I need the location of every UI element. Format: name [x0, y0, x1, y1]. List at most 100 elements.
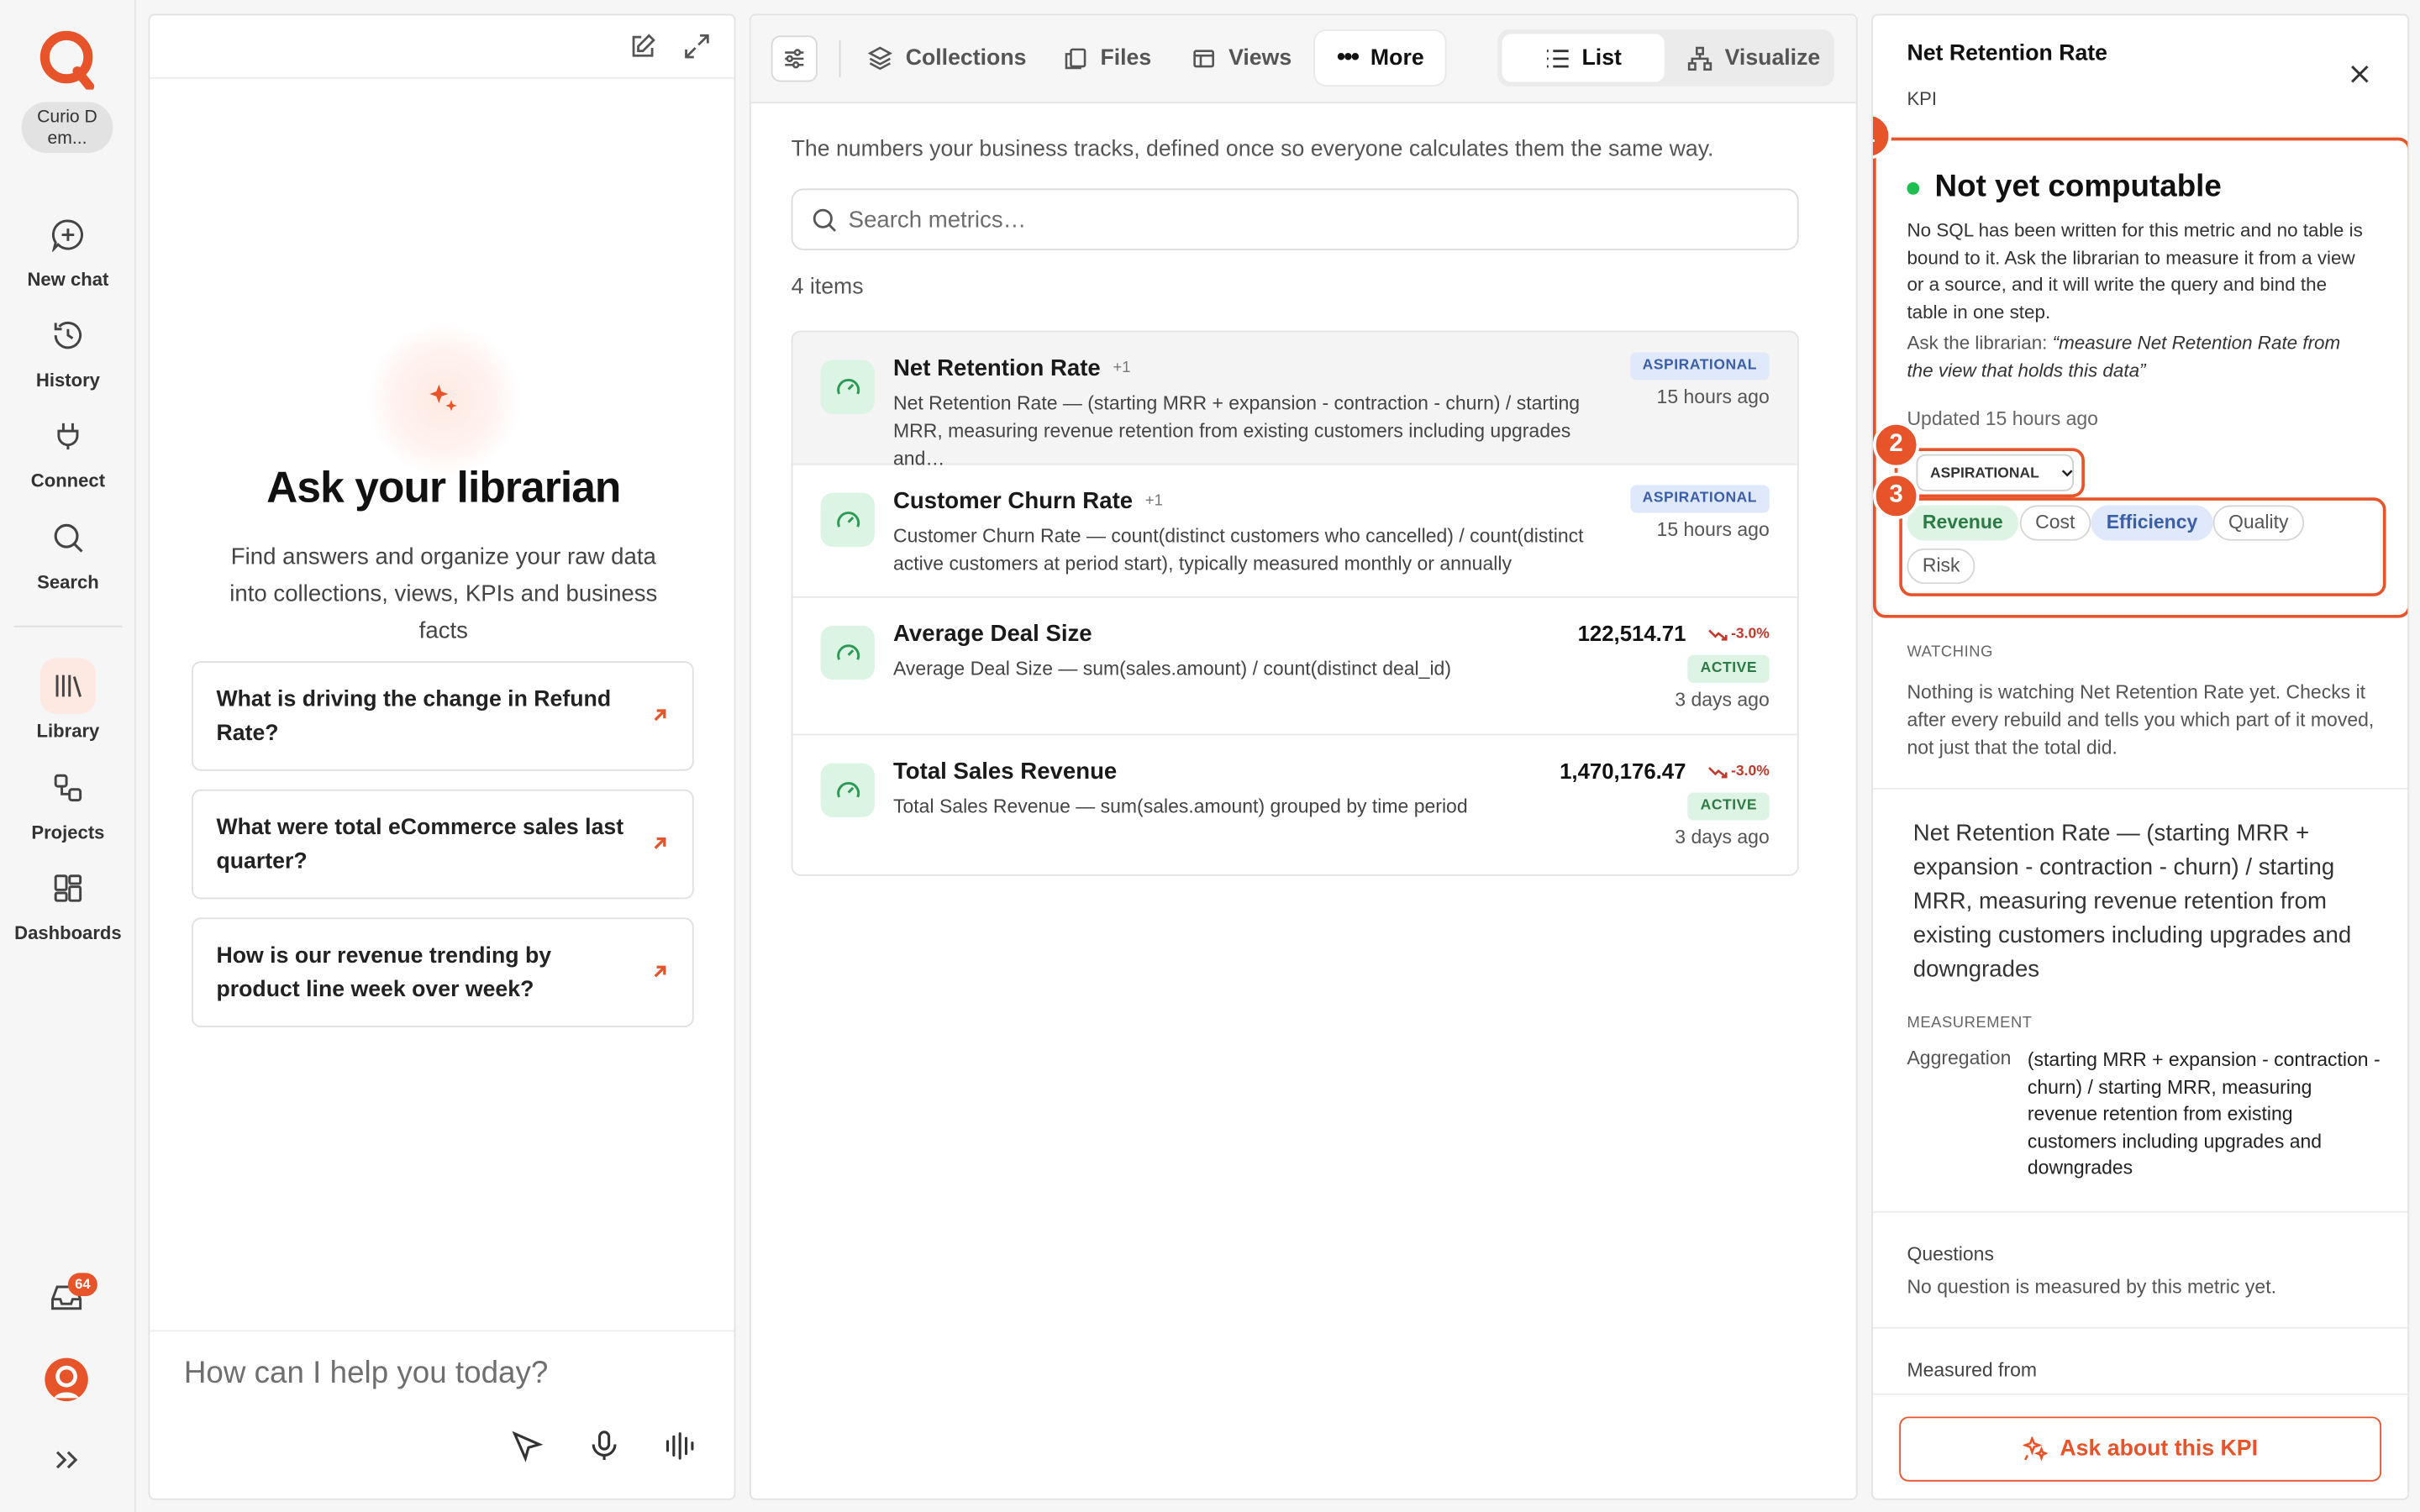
metric-updated: 3 days ago: [1675, 826, 1770, 848]
files-icon: [1065, 47, 1086, 69]
arrow-up-right-icon: [650, 834, 669, 853]
projects-icon: [40, 760, 96, 816]
history-icon: [40, 307, 96, 363]
tab-collections[interactable]: Collections: [867, 31, 1026, 85]
nav-projects[interactable]: Projects: [0, 760, 136, 843]
nav-library-label: Library: [36, 720, 100, 742]
visualize-view-button[interactable]: Visualize: [1680, 34, 1828, 81]
sparkle-icon: [367, 324, 519, 476]
metric-delta-value: -3.0%: [1731, 763, 1770, 780]
library-icon: [39, 658, 97, 714]
tag-efficiency[interactable]: Efficiency: [2091, 505, 2213, 541]
close-icon[interactable]: [2349, 63, 2370, 85]
metrics-search-input[interactable]: Search metrics…: [791, 188, 1799, 250]
tab-views[interactable]: Views: [1192, 31, 1292, 85]
nav-connect-label: Connect: [30, 470, 106, 491]
metric-description: Total Sales Revenue — sum(sales.amount) …: [892, 795, 1468, 817]
callout-number-2: 2: [1872, 422, 1920, 469]
list-view-label: List: [1581, 45, 1622, 71]
nav-connect[interactable]: Connect: [0, 408, 136, 491]
gauge-icon: [820, 492, 875, 548]
detail-title: Net Retention Rate: [1907, 41, 2108, 67]
workspace-name: Curio Dem...: [37, 108, 97, 149]
user-avatar[interactable]: [45, 1357, 88, 1402]
metric-name: Net Retention Rate: [892, 354, 1101, 382]
toolbar-divider: [839, 39, 841, 77]
metric-name: Total Sales Revenue: [892, 758, 1118, 785]
metrics-list: Net Retention Rate +1 Net Retention Rate …: [791, 330, 1799, 876]
microphone-icon[interactable]: [587, 1429, 621, 1462]
voice-waveform-icon[interactable]: [663, 1429, 697, 1462]
metrics-panel: Collections Files Views ••• More List Vi…: [749, 13, 1858, 1500]
expand-icon[interactable]: [683, 33, 711, 60]
metric-row[interactable]: Total Sales Revenue Total Sales Revenue …: [792, 735, 1797, 874]
hint-prefix: Ask the librarian:: [1907, 332, 2053, 354]
kpi-definition: Net Retention Rate — (starting MRR + exp…: [1912, 820, 2352, 983]
metric-row[interactable]: Customer Churn Rate +1 Customer Churn Rat…: [792, 465, 1797, 598]
view-mode-toggle: List Visualize: [1497, 29, 1835, 87]
nav-new-chat[interactable]: New chat: [0, 207, 136, 291]
nav-history[interactable]: History: [0, 307, 136, 391]
expand-rail-icon[interactable]: [53, 1447, 81, 1472]
tag-risk[interactable]: Risk: [1907, 548, 1975, 585]
workspace-switcher[interactable]: Curio Dem...: [21, 102, 113, 154]
divider: [1872, 1326, 2408, 1329]
nav-dashboards[interactable]: Dashboards: [0, 860, 136, 944]
tab-files-label: Files: [1100, 45, 1152, 71]
list-view-button[interactable]: List: [1502, 34, 1665, 82]
app-logo[interactable]: [37, 30, 96, 90]
tag-cost[interactable]: Cost: [2019, 505, 2091, 541]
gauge-icon: [820, 763, 875, 817]
suggestion-card[interactable]: What were total eCommerce sales last qua…: [192, 789, 694, 900]
detail-footer: Ask about this KPI: [1872, 1393, 2408, 1499]
suggestion-card[interactable]: What is driving the change in Refund Rat…: [192, 661, 694, 771]
search-icon: [813, 208, 837, 232]
metric-name: Customer Churn Rate: [892, 488, 1134, 515]
metric-updated: 3 days ago: [1675, 689, 1770, 711]
tab-more[interactable]: ••• More: [1315, 30, 1446, 86]
search-icon: [40, 510, 96, 565]
status-badge: ASPIRATIONAL: [1629, 485, 1770, 513]
metric-description: Net Retention Rate — (starting MRR + exp…: [892, 392, 1581, 470]
table-icon: [1193, 49, 1214, 67]
nav-new-chat-label: New chat: [27, 269, 109, 291]
compose-icon[interactable]: [629, 33, 657, 60]
divider: [1872, 787, 2408, 790]
metric-extra-count: +1: [1113, 360, 1131, 377]
tag-quality[interactable]: Quality: [2212, 505, 2304, 541]
nav-search[interactable]: Search: [0, 510, 136, 593]
status-select-value: ASPIRATIONAL: [1930, 464, 2039, 481]
nav-rail: Curio Dem... New chat History Connect Se…: [0, 0, 136, 1512]
status-select[interactable]: ASPIRATIONAL: [1916, 454, 2075, 491]
metric-updated: 15 hours ago: [1656, 518, 1770, 541]
status-description: No SQL has been written for this metric …: [1907, 219, 2363, 323]
detail-type: KPI: [1907, 87, 1938, 110]
arrow-up-right-icon: [650, 963, 669, 981]
ask-about-kpi-button[interactable]: Ask about this KPI: [1899, 1416, 2382, 1482]
rail-divider: [13, 625, 123, 627]
metric-row[interactable]: Net Retention Rate +1 Net Retention Rate …: [792, 332, 1797, 470]
metric-row[interactable]: Average Deal Size Average Deal Size — su…: [792, 598, 1797, 736]
nav-history-label: History: [35, 369, 100, 391]
app-root: Curio Dem... New chat History Connect Se…: [0, 0, 2420, 1512]
measured-from-label: Measured from: [1907, 1359, 2038, 1382]
search-placeholder: Search metrics…: [848, 207, 1027, 234]
status-title: Not yet computable: [1934, 170, 2222, 204]
nav-library[interactable]: Library: [0, 658, 136, 742]
suggestion-text: What were total eCommerce sales last qua…: [216, 816, 624, 874]
callout-number-3: 3: [1872, 472, 1920, 519]
chat-composer: How can I help you today?: [150, 1330, 734, 1501]
trend-down-icon: [1708, 767, 1728, 779]
send-icon[interactable]: [510, 1429, 544, 1462]
divider: [1872, 1210, 2408, 1213]
metric-name: Average Deal Size: [892, 621, 1092, 648]
metric-description: Average Deal Size — sum(sales.amount) / …: [892, 658, 1452, 680]
filter-sliders-button[interactable]: [771, 35, 818, 82]
chat-input[interactable]: How can I help you today?: [184, 1357, 548, 1392]
status-badge: ACTIVE: [1687, 654, 1770, 683]
suggestion-card[interactable]: How is our revenue trending by product l…: [192, 917, 694, 1028]
tag-revenue[interactable]: Revenue: [1907, 505, 2019, 541]
status-dot: [1907, 181, 1920, 194]
tab-files[interactable]: Files: [1063, 31, 1151, 85]
sliders-icon: [785, 49, 804, 69]
